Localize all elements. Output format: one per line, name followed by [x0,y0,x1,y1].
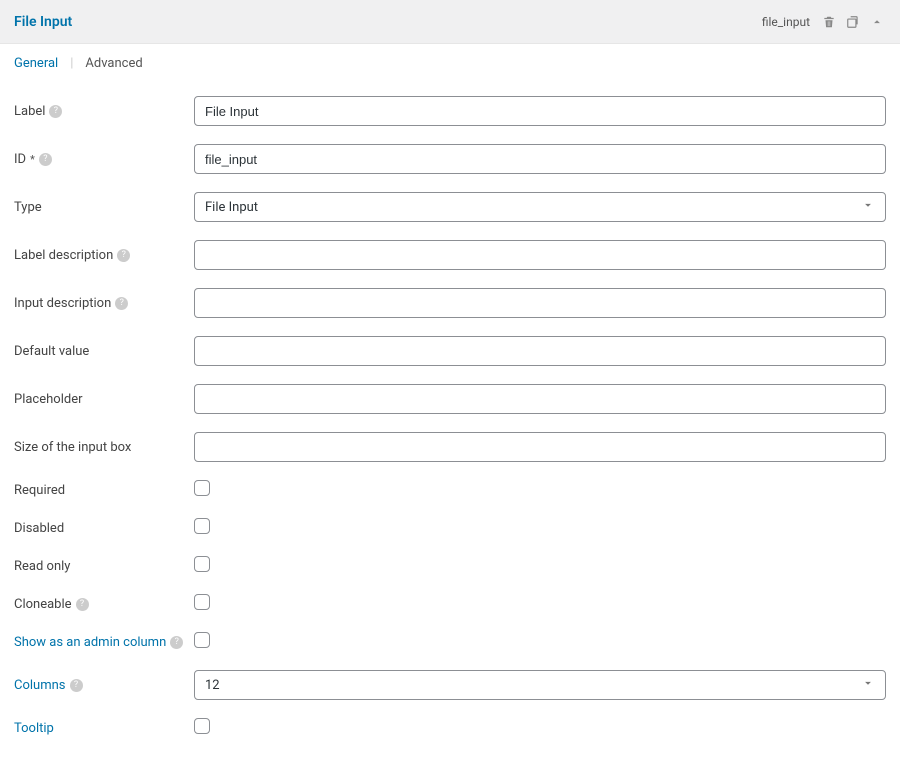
default-value-input[interactable] [194,336,886,366]
row-admin-col: Show as an admin column ? [14,623,886,661]
label-input-desc: Input description ? [14,296,194,311]
row-type: Type File Input [14,183,886,231]
row-cloneable: Cloneable ? [14,585,886,623]
label-id: ID* ? [14,152,194,167]
tab-advanced[interactable]: Advanced [85,56,142,71]
label-input[interactable] [194,96,886,126]
tab-general[interactable]: General [14,56,58,71]
label-cloneable: Cloneable ? [14,597,194,612]
help-icon[interactable]: ? [70,679,83,692]
row-label: Label ? [14,87,886,135]
row-columns: Columns ? 12 [14,661,886,709]
form-body: Label ? ID* ? Type File Input Label desc… [0,83,900,761]
type-select[interactable]: File Input [194,192,886,222]
label-default-value: Default value [14,344,194,359]
header-actions: file_input [762,13,886,31]
label-tooltip[interactable]: Tooltip [14,721,194,736]
label-size: Size of the input box [14,440,194,455]
label-read-only: Read only [14,559,194,574]
disabled-checkbox[interactable] [194,518,210,534]
help-icon[interactable]: ? [170,636,183,649]
read-only-checkbox[interactable] [194,556,210,572]
label-label-desc: Label description ? [14,248,194,263]
row-size: Size of the input box [14,423,886,471]
tab-divider: | [70,56,73,71]
cloneable-checkbox[interactable] [194,594,210,610]
help-icon[interactable]: ? [115,297,128,310]
input-desc-input[interactable] [194,288,886,318]
help-icon[interactable]: ? [76,598,89,611]
tooltip-checkbox[interactable] [194,718,210,734]
header-bar: File Input file_input [0,0,900,44]
label-disabled: Disabled [14,521,194,536]
id-input[interactable] [194,144,886,174]
tab-bar: General | Advanced [0,44,900,83]
label-type: Type [14,200,194,215]
required-checkbox[interactable] [194,480,210,496]
help-icon[interactable]: ? [39,153,52,166]
trash-icon[interactable] [820,13,838,31]
copy-icon[interactable] [844,13,862,31]
page-title: File Input [14,14,72,30]
row-read-only: Read only [14,547,886,585]
label-placeholder: Placeholder [14,392,194,407]
row-placeholder: Placeholder [14,375,886,423]
field-slug: file_input [762,15,810,29]
label-desc-input[interactable] [194,240,886,270]
placeholder-input[interactable] [194,384,886,414]
row-id: ID* ? [14,135,886,183]
label-admin-col[interactable]: Show as an admin column ? [14,635,194,650]
admin-col-checkbox[interactable] [194,632,210,648]
help-icon[interactable]: ? [117,249,130,262]
row-label-desc: Label description ? [14,231,886,279]
size-input[interactable] [194,432,886,462]
collapse-icon[interactable] [868,13,886,31]
row-required: Required [14,471,886,509]
label-required: Required [14,483,194,498]
label-label: Label ? [14,104,194,119]
help-icon[interactable]: ? [49,105,62,118]
row-default-value: Default value [14,327,886,375]
row-disabled: Disabled [14,509,886,547]
label-columns[interactable]: Columns ? [14,678,194,693]
row-tooltip: Tooltip [14,709,886,747]
chevron-down-icon [861,198,875,216]
chevron-down-icon [861,676,875,694]
row-input-desc: Input description ? [14,279,886,327]
columns-select[interactable]: 12 [194,670,886,700]
